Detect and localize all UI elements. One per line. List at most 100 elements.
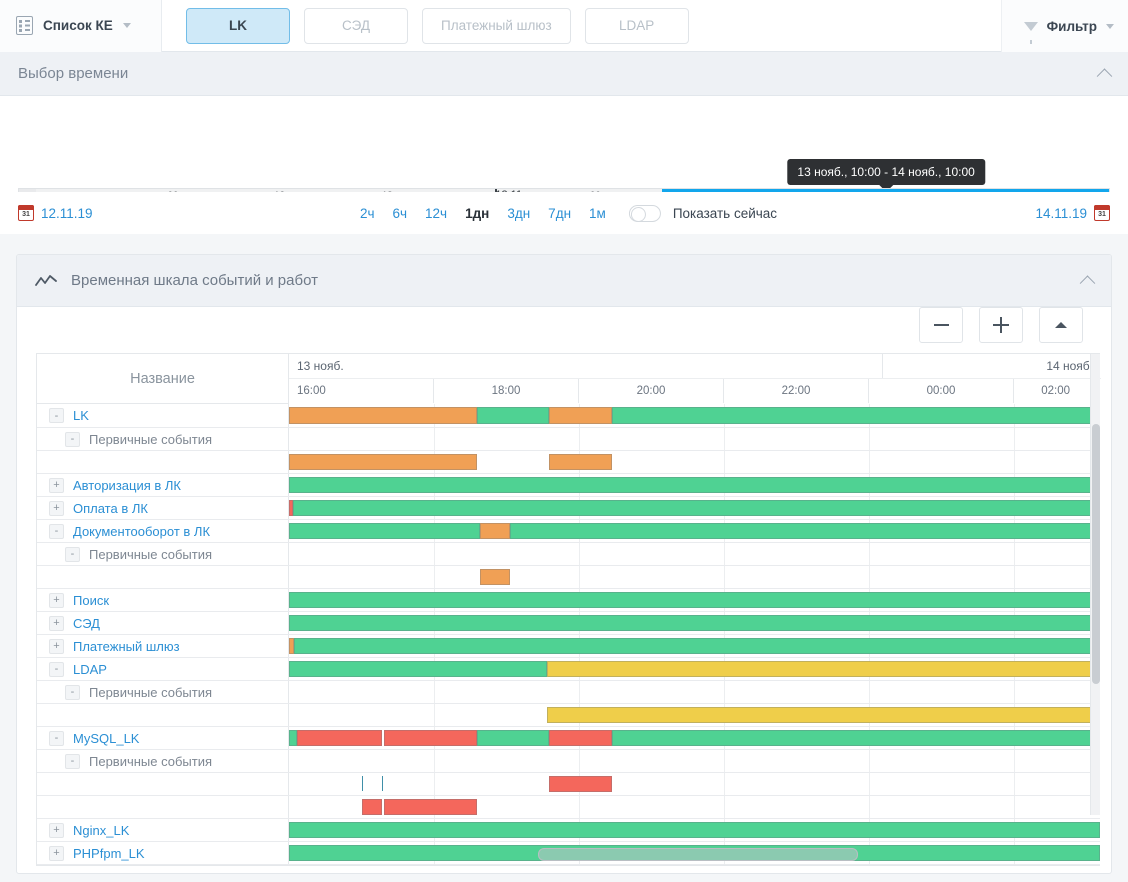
- show-now-toggle[interactable]: [628, 204, 661, 222]
- gantt-bar[interactable]: [293, 500, 1100, 516]
- gantt-bar[interactable]: [293, 638, 1100, 654]
- gantt-row-track[interactable]: [289, 635, 1100, 657]
- table-row[interactable]: + Оплата в ЛК: [37, 497, 1100, 520]
- table-row[interactable]: + Поиск: [37, 589, 1100, 612]
- gantt-bar[interactable]: [289, 592, 1100, 608]
- tab-sed[interactable]: СЭД: [304, 7, 408, 44]
- gantt-row-track[interactable]: [289, 727, 1100, 749]
- gantt-row-track[interactable]: [289, 796, 1100, 818]
- collapse-toggle[interactable]: -: [49, 661, 64, 677]
- calendar-icon[interactable]: 31: [1094, 205, 1110, 221]
- collapse-toggle[interactable]: -: [65, 684, 80, 700]
- gantt-bar[interactable]: [549, 730, 612, 746]
- gantt-row-track[interactable]: [289, 589, 1100, 611]
- calendar-icon[interactable]: 31: [18, 205, 34, 221]
- gantt-event-tick[interactable]: [382, 776, 384, 791]
- gantt-row-label[interactable]: Авторизация в ЛК: [73, 478, 181, 493]
- gantt-bar[interactable]: [289, 661, 547, 677]
- gantt-row-track[interactable]: [289, 773, 1100, 795]
- gantt-horizontal-scrollbar[interactable]: [290, 848, 1098, 861]
- gantt-bar[interactable]: [549, 407, 612, 424]
- gantt-bar[interactable]: [477, 730, 550, 746]
- gantt-row-track[interactable]: [289, 543, 1100, 565]
- table-row[interactable]: + СЭД: [37, 612, 1100, 635]
- zoom-in-button[interactable]: [979, 307, 1023, 343]
- gantt-vertical-scrollbar[interactable]: [1090, 354, 1100, 815]
- table-row[interactable]: - LK: [37, 404, 1100, 428]
- table-row[interactable]: + Nginx_LK: [37, 819, 1100, 842]
- gantt-row-track[interactable]: [289, 404, 1100, 427]
- gantt-bar[interactable]: [510, 523, 1100, 539]
- range-6h[interactable]: 6ч: [383, 206, 416, 221]
- gantt-bar[interactable]: [611, 407, 1100, 424]
- gantt-row-track[interactable]: [289, 497, 1100, 519]
- collapse-toggle[interactable]: -: [49, 523, 64, 539]
- gantt-vertical-scroll-thumb[interactable]: [1092, 424, 1100, 684]
- table-row[interactable]: [37, 796, 1100, 819]
- range-1d[interactable]: 1дн: [456, 206, 498, 221]
- gantt-row-label[interactable]: PHPfpm_LK: [73, 846, 145, 861]
- gantt-bar[interactable]: [479, 523, 511, 539]
- range-12h[interactable]: 12ч: [416, 206, 456, 221]
- end-date[interactable]: 14.11.19: [1035, 206, 1087, 221]
- gantt-bar[interactable]: [546, 661, 1100, 677]
- filter-button[interactable]: Фильтр: [1000, 0, 1128, 52]
- range-3d[interactable]: 3дн: [498, 206, 539, 221]
- gantt-row-label[interactable]: Документооборот в ЛК: [73, 524, 210, 539]
- gantt-bar[interactable]: [289, 730, 298, 746]
- gantt-bar[interactable]: [289, 407, 478, 424]
- gantt-row-label[interactable]: Nginx_LK: [73, 823, 129, 838]
- gantt-row-track[interactable]: [289, 474, 1100, 496]
- gantt-bar[interactable]: [383, 799, 478, 815]
- range-1m[interactable]: 1м: [580, 206, 615, 221]
- tab-payment-gateway[interactable]: Платежный шлюз: [422, 7, 571, 44]
- gantt-bar[interactable]: [549, 454, 612, 470]
- gantt-bar[interactable]: [289, 454, 478, 470]
- gantt-row-track[interactable]: [289, 819, 1100, 841]
- expand-toggle[interactable]: +: [49, 477, 64, 493]
- table-row[interactable]: - Первичные события: [37, 428, 1100, 451]
- gantt-bar[interactable]: [549, 776, 612, 792]
- collapse-toggle[interactable]: -: [65, 431, 80, 447]
- table-row[interactable]: - Первичные события: [37, 543, 1100, 566]
- gantt-row-track[interactable]: [289, 704, 1100, 726]
- gantt-bar[interactable]: [297, 730, 383, 746]
- gantt-horizontal-scroll-thumb[interactable]: [538, 848, 858, 861]
- gantt-bar[interactable]: [289, 615, 1100, 631]
- range-7d[interactable]: 7дн: [539, 206, 580, 221]
- gantt-row-track[interactable]: [289, 658, 1100, 680]
- table-row[interactable]: - Первичные события: [37, 681, 1100, 704]
- gantt-row-label[interactable]: СЭД: [73, 616, 100, 631]
- expand-toggle[interactable]: +: [49, 845, 64, 861]
- chevron-down-icon[interactable]: [122, 23, 131, 28]
- collapse-toggle[interactable]: -: [65, 753, 80, 769]
- collapse-toggle[interactable]: -: [49, 408, 64, 423]
- collapse-toggle[interactable]: -: [65, 546, 80, 562]
- range-2h[interactable]: 2ч: [351, 206, 384, 221]
- table-row[interactable]: [37, 704, 1100, 727]
- gantt-row-track[interactable]: [289, 428, 1100, 450]
- table-row[interactable]: + Авторизация в ЛК: [37, 474, 1100, 497]
- expand-toggle[interactable]: +: [49, 592, 64, 608]
- gantt-bar[interactable]: [546, 707, 1100, 723]
- gantt-event-tick[interactable]: [361, 776, 363, 791]
- gantt-row-label[interactable]: Оплата в ЛК: [73, 501, 148, 516]
- table-row[interactable]: [37, 566, 1100, 589]
- gantt-row-label[interactable]: Платежный шлюз: [73, 639, 180, 654]
- gantt-bar[interactable]: [611, 730, 1100, 746]
- gantt-row-label[interactable]: MySQL_LK: [73, 731, 139, 746]
- expand-toggle[interactable]: +: [49, 822, 64, 838]
- gantt-row-track[interactable]: [289, 566, 1100, 588]
- gantt-row-label[interactable]: Поиск: [73, 593, 109, 608]
- table-row[interactable]: - MySQL_LK: [37, 727, 1100, 750]
- tab-ldap[interactable]: LDAP: [584, 7, 689, 44]
- gantt-bar[interactable]: [361, 799, 383, 815]
- gantt-row-label[interactable]: LDAP: [73, 662, 107, 677]
- gantt-row-label[interactable]: LK: [73, 408, 89, 423]
- gantt-bar[interactable]: [479, 569, 511, 585]
- expand-toggle[interactable]: +: [49, 615, 64, 631]
- tab-lk[interactable]: LK: [186, 7, 290, 44]
- table-row[interactable]: + Платежный шлюз: [37, 635, 1100, 658]
- gantt-row-track[interactable]: [289, 451, 1100, 473]
- zoom-out-button[interactable]: [919, 307, 963, 343]
